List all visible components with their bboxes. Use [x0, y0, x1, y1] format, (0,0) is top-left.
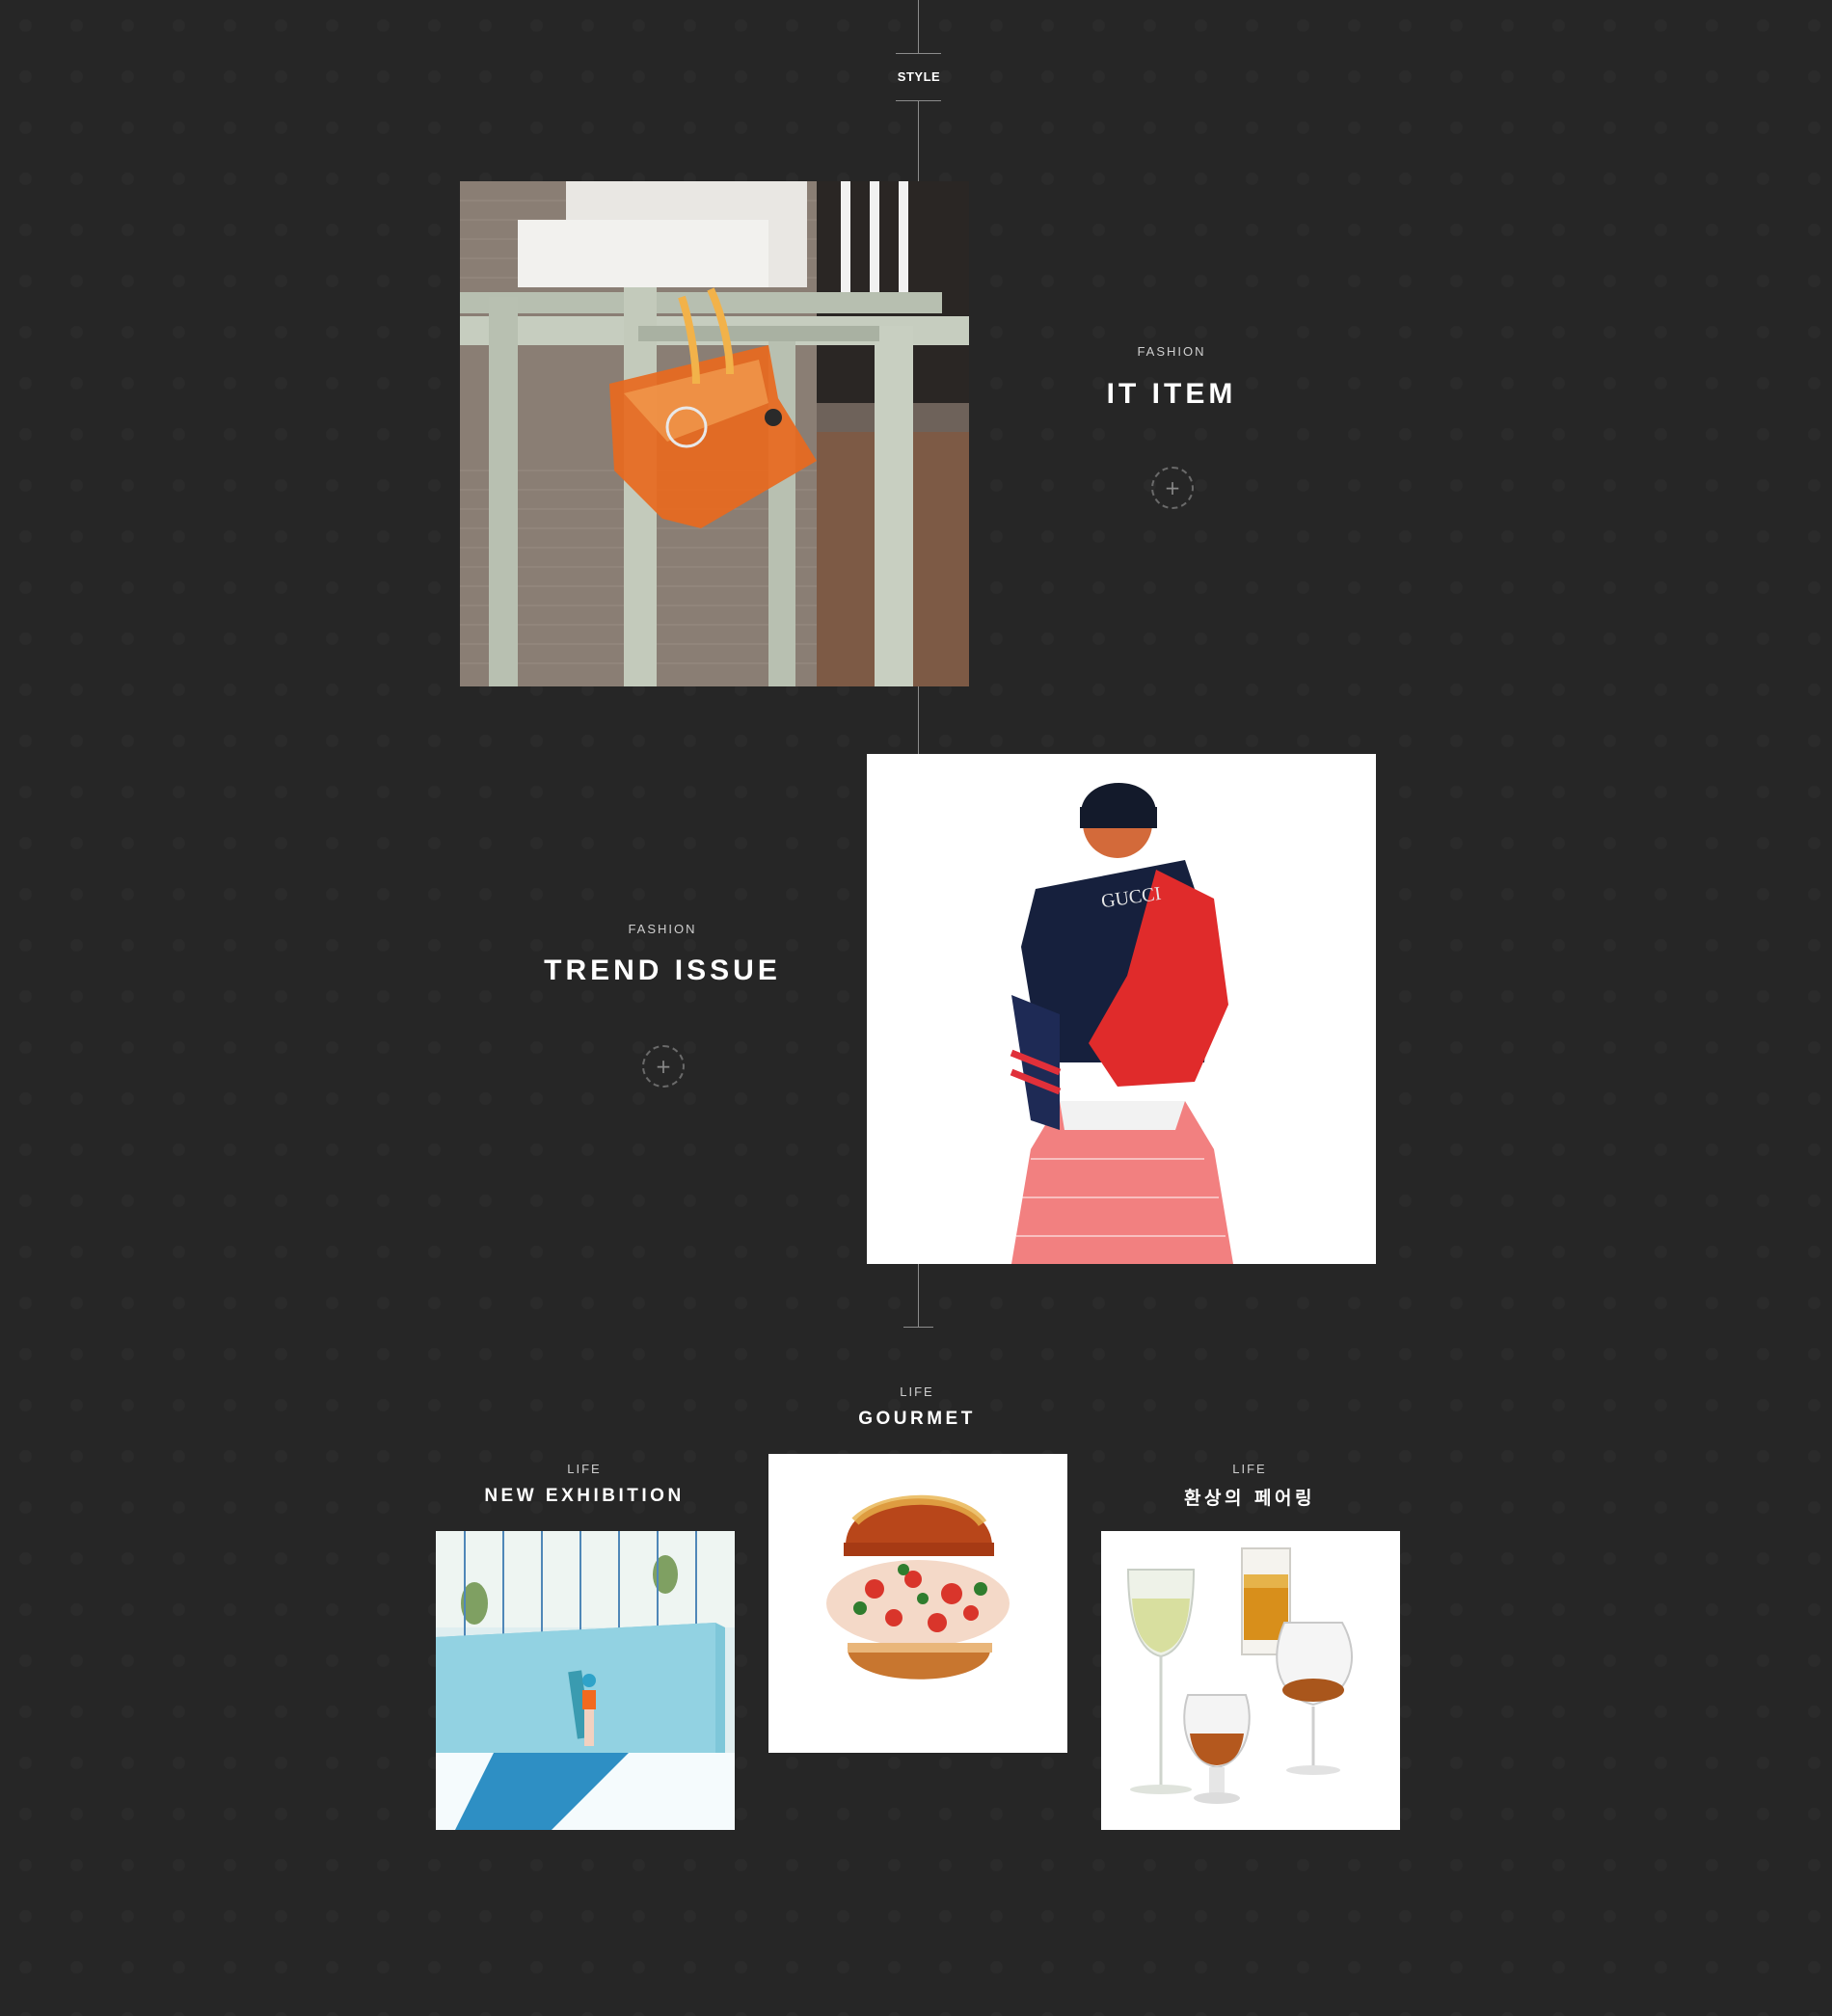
plus-icon: +	[655, 1055, 672, 1078]
it-item-image[interactable]	[460, 181, 969, 686]
timeline-end-rule	[903, 1327, 933, 1328]
section-label-style: STYLE	[897, 69, 941, 84]
new-exhibition-image[interactable]	[436, 1531, 735, 1830]
gourmet-title[interactable]: GOURMET	[801, 1409, 1033, 1430]
timeline-line-top	[918, 0, 919, 54]
trend-issue-title[interactable]: TREND ISSUE	[527, 954, 797, 987]
new-exhibition-title[interactable]: NEW EXHIBITION	[449, 1486, 719, 1507]
trend-issue-category: FASHION	[628, 922, 697, 936]
pairing-image[interactable]	[1101, 1531, 1400, 1830]
timeline-line-segment-1	[918, 100, 919, 181]
pairing-title[interactable]: 환상의 페어링	[1115, 1484, 1385, 1510]
trend-issue-image[interactable]: GUCCI	[867, 754, 1376, 1264]
style-tag-top-rule	[896, 53, 941, 54]
timeline-line-segment-3	[918, 1264, 919, 1328]
it-item-category: FASHION	[1137, 344, 1206, 359]
it-item-title[interactable]: IT ITEM	[1056, 378, 1287, 411]
pairing-category: LIFE	[1232, 1462, 1267, 1476]
gourmet-image[interactable]	[768, 1454, 1067, 1753]
gourmet-category: LIFE	[900, 1384, 934, 1399]
timeline-line-segment-2	[918, 685, 919, 754]
it-item-more-button[interactable]: +	[1151, 467, 1194, 509]
trend-issue-more-button[interactable]: +	[642, 1045, 685, 1088]
new-exhibition-category: LIFE	[567, 1462, 602, 1476]
plus-icon: +	[1164, 476, 1181, 499]
